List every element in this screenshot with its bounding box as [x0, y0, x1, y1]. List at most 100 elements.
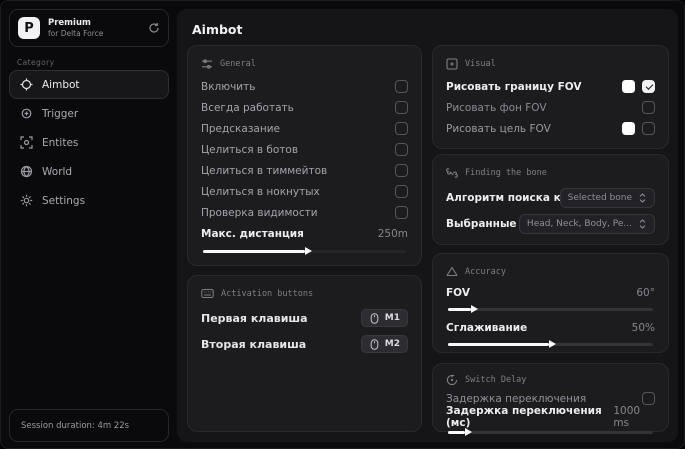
brand-title: Premium [48, 18, 91, 28]
brand-logo: P [18, 17, 40, 39]
sidebar-item-world[interactable]: World [9, 157, 169, 186]
slider-track [448, 431, 653, 434]
slider-label: Сглаживание [446, 321, 528, 334]
panel-title: Activation buttons [221, 288, 314, 299]
dropdown-label: Выбранные кос [446, 218, 519, 230]
toggle-label: Целиться в тиммейтов [201, 164, 328, 177]
bone-algorithm-dropdown[interactable]: Selected bone [559, 188, 655, 208]
session-duration: Session duration: 4m 22s [9, 409, 169, 442]
toggle-row: Проверка видимости [201, 202, 408, 223]
slider-value: 1000 ms [613, 404, 641, 429]
slider-fill[interactable] [448, 340, 555, 347]
fov-slider[interactable] [446, 304, 655, 314]
sidebar: P Premium for Delta Force Category Aimbo… [1, 1, 177, 448]
slider-label-row: Сглаживание 50% [446, 318, 655, 337]
dropdown-row: Алгоритм поиска кост Selected bone [446, 185, 655, 211]
checkbox[interactable] [642, 80, 655, 93]
sidebar-item-aimbot[interactable]: Aimbot [9, 70, 169, 99]
keybind-button-m1[interactable]: M1 [360, 309, 408, 327]
checkbox[interactable] [395, 122, 408, 135]
checkbox[interactable] [642, 101, 655, 114]
dropdown-label: Алгоритм поиска кост [446, 192, 560, 204]
slider-track [448, 308, 653, 311]
visual-row: Рисовать цель FOV [446, 118, 655, 139]
globe-icon [20, 165, 33, 178]
keybind-key: M2 [384, 339, 400, 349]
keybind-row: Вторая клавиша M2 [201, 331, 408, 357]
checkbox[interactable] [395, 101, 408, 114]
panel-general: General Включить Всегда работать Предска… [187, 45, 422, 266]
slider-fill[interactable] [448, 305, 479, 312]
panel-header: General [201, 55, 408, 76]
panel-header: Switch Delay [446, 371, 655, 389]
slider-label: FOV [446, 286, 470, 299]
visual-row: Рисовать фон FOV [446, 97, 655, 118]
checkbox[interactable] [395, 143, 408, 156]
slider-label: Задержка переключения (мс) [446, 404, 602, 429]
panel-title: Accuracy [465, 266, 506, 277]
unfold-icon [638, 219, 647, 229]
switch-delay-icon [446, 374, 458, 386]
toggle-label: Целиться в ботов [201, 143, 299, 156]
checkbox[interactable] [642, 122, 655, 135]
main-content: Aimbot General Включить Всегда работать … [177, 9, 678, 442]
checkbox[interactable] [395, 80, 408, 93]
unfold-icon [638, 193, 647, 203]
visual-frame-icon [446, 58, 458, 70]
sidebar-item-label: World [42, 165, 73, 178]
slider-value: 250m [377, 227, 408, 240]
visual-row: Рисовать границу FOV [446, 76, 655, 97]
app-window: P Premium for Delta Force Category Aimbo… [0, 0, 685, 449]
keybind-key: M1 [384, 313, 400, 323]
slider-value: 60° [636, 286, 655, 299]
brand-subtitle: for Delta Force [48, 28, 104, 38]
sidebar-item-settings[interactable]: Settings [9, 186, 169, 215]
keybind-row: Первая клавиша M1 [201, 305, 408, 331]
slider-fill[interactable] [448, 428, 472, 435]
toggle-row: Целиться в ботов [201, 139, 408, 160]
toggle-label: Задержка переключения [446, 392, 587, 405]
dropdown-value: Head, Neck, Body, Pe... [526, 219, 632, 229]
panel-title: Switch Delay [465, 375, 527, 385]
color-swatch[interactable] [622, 80, 635, 93]
slider-fill[interactable] [203, 247, 312, 254]
panel-switch-delay: Switch Delay Задержка переключения Задер… [432, 363, 669, 435]
checkbox[interactable] [395, 164, 408, 177]
smoothing-slider[interactable] [446, 339, 655, 349]
sidebar-item-label: Trigger [42, 107, 79, 120]
sidebar-nav: Aimbot Trigger Entites World Settings [9, 70, 169, 215]
checkbox[interactable] [642, 392, 655, 405]
visual-label: Рисовать фон FOV [446, 101, 547, 114]
checkbox[interactable] [395, 206, 408, 219]
max-distance-slider[interactable] [201, 246, 408, 256]
refresh-icon[interactable] [148, 22, 160, 34]
panel-finding-bone: Finding the bone Алгоритм поиска кост Se… [432, 154, 669, 245]
toggle-row: Включить [201, 76, 408, 97]
color-swatch[interactable] [622, 122, 635, 135]
mouse-icon [369, 338, 380, 350]
sidebar-item-entites[interactable]: Entites [9, 128, 169, 157]
toggle-label: Предсказание [201, 122, 280, 135]
bone-icon [446, 167, 458, 179]
slider-label: Макс. дистанция [201, 227, 304, 240]
gear-icon [20, 194, 33, 207]
sidebar-item-trigger[interactable]: Trigger [9, 99, 169, 128]
selected-bones-dropdown[interactable]: Head, Neck, Body, Pe... [518, 214, 655, 234]
switch-delay-slider[interactable] [446, 427, 655, 437]
sidebar-item-label: Settings [42, 194, 86, 207]
keybind-button-m2[interactable]: M2 [360, 335, 408, 353]
visual-label: Рисовать цель FOV [446, 122, 551, 135]
checkbox[interactable] [395, 185, 408, 198]
dropdown-row: Выбранные кос Head, Neck, Body, Pe... [446, 211, 655, 237]
panel-title: Finding the bone [465, 168, 547, 178]
slider-label-row: Задержка переключения (мс) 1000 ms [446, 405, 655, 429]
panel-activation-buttons: Activation buttons Первая клавиша M1 Вто… [187, 275, 422, 432]
panel-header: Finding the bone [446, 164, 655, 185]
toggle-row: Целиться в тиммейтов [201, 160, 408, 181]
panel-title: General [220, 59, 256, 69]
tune-icon [201, 58, 213, 70]
accuracy-triangle-icon [446, 266, 458, 277]
category-label: Category [17, 58, 55, 67]
toggle-row: Всегда работать [201, 97, 408, 118]
keybind-label: Вторая клавиша [201, 337, 307, 351]
